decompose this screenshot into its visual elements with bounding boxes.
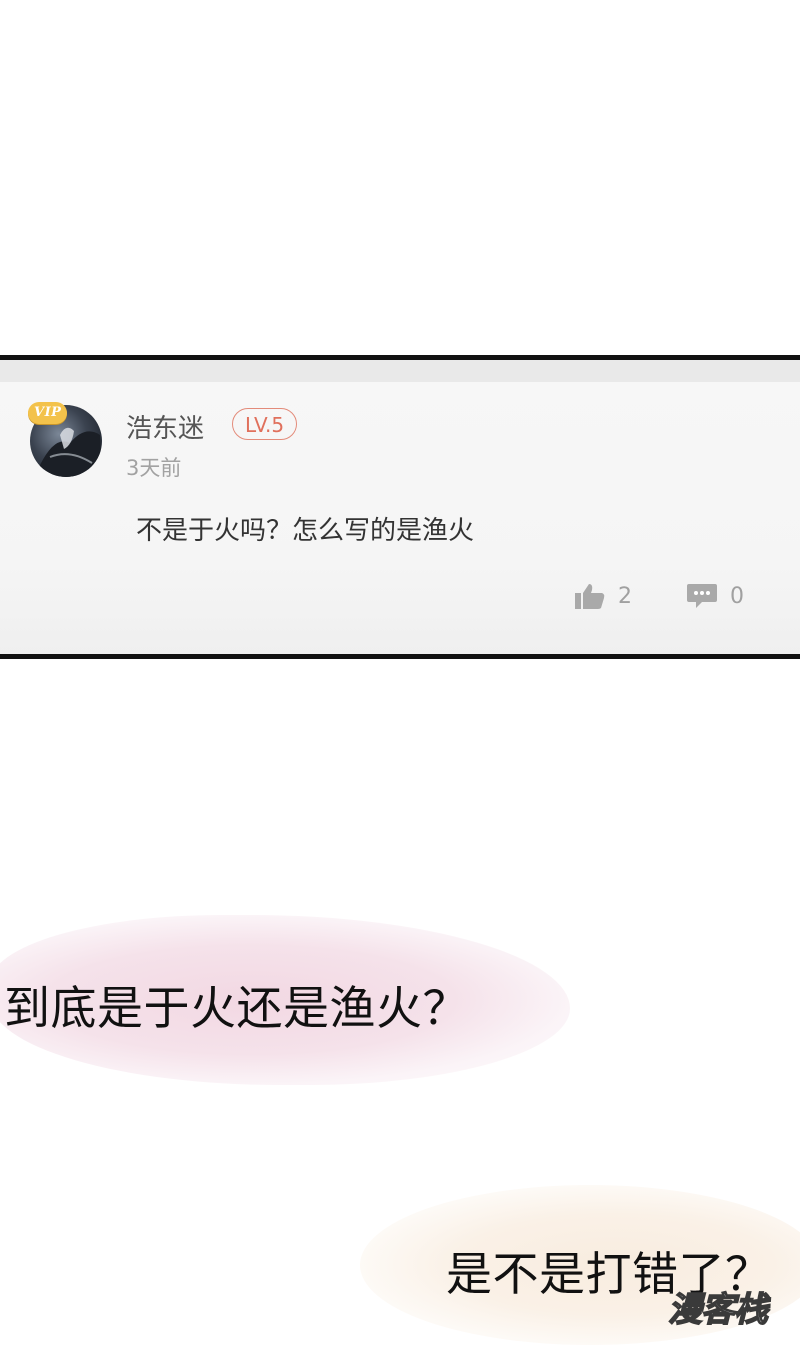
username[interactable]: 浩东迷	[126, 408, 204, 445]
watermark-logo: 漫客栈	[667, 1289, 769, 1331]
comment-card: VIP 浩东迷 LV.5 3天前 不是于火吗？怎么写的是渔火 2 0	[0, 355, 800, 659]
panel-top-band	[0, 360, 800, 382]
reply-count: 0	[730, 583, 744, 609]
narration-caption-1: 到底是于火还是渔火？	[4, 981, 469, 1035]
like-count: 2	[618, 583, 632, 609]
vip-badge: VIP	[28, 402, 68, 424]
comment-text: 不是于火吗？怎么写的是渔火	[136, 516, 475, 546]
timestamp: 3天前	[126, 456, 182, 480]
thumbs-up-icon	[575, 584, 605, 609]
like-button[interactable]: 2	[574, 582, 632, 610]
reply-button[interactable]: 0	[686, 582, 744, 610]
speech-bubble-icon	[687, 584, 717, 608]
level-badge: LV.5	[232, 408, 298, 440]
